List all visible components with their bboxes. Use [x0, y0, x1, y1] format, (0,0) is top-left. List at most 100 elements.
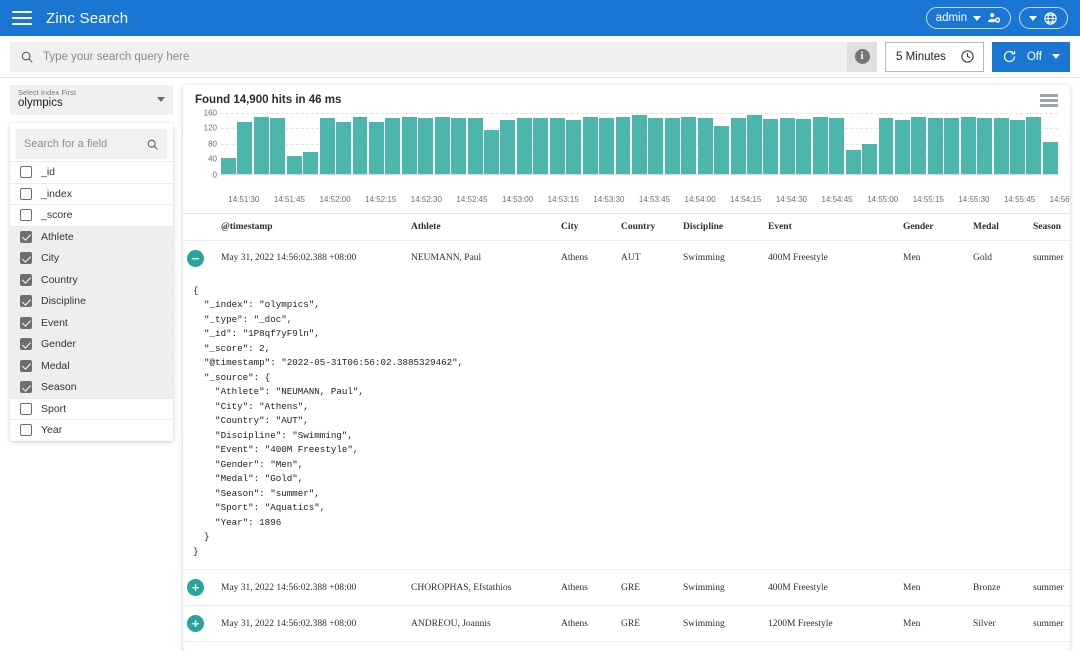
field-row-city[interactable]: City [10, 247, 173, 269]
field-row-underscore-id[interactable]: _id [10, 161, 173, 183]
index-selector[interactable]: Select Index First olympics [10, 85, 173, 115]
chart-bar[interactable] [977, 118, 993, 174]
time-interval-selector[interactable]: 5 Minutes [885, 41, 984, 72]
chart-bar[interactable] [566, 120, 582, 174]
chart-bar[interactable] [253, 116, 269, 174]
histogram-chart: 0 40 80 120 160 14:51:30 14:51:45 14:52:00 14:5… [183, 108, 1070, 208]
field-checkbox[interactable] [20, 359, 32, 372]
field-checkbox[interactable] [20, 187, 32, 200]
hamburger-icon[interactable] [12, 11, 32, 25]
field-checkbox[interactable] [20, 295, 32, 308]
chart-bar[interactable] [467, 118, 483, 174]
table-header-cell: Medal [973, 221, 999, 232]
field-row-season[interactable]: Season [10, 376, 173, 398]
language-menu-button[interactable] [1019, 7, 1068, 29]
chart-bar[interactable] [763, 119, 779, 174]
table-row[interactable]: + May 31, 2022 14:56:02.388 +08:00 CHOROPH… [183, 569, 1070, 606]
chart-bar[interactable] [862, 144, 877, 174]
chart-bar[interactable] [319, 118, 335, 174]
chart-bar[interactable] [960, 116, 976, 174]
chart-bar[interactable] [911, 116, 927, 174]
field-label: Sport [41, 402, 67, 415]
table-row[interactable]: +May 31, 2022 14:56:02.388 +08:00HAJOS, … [183, 641, 1070, 651]
chart-bar[interactable] [1026, 116, 1042, 174]
field-label: _id [41, 166, 56, 179]
chart-bar[interactable] [286, 155, 302, 174]
chart-bar[interactable] [582, 116, 598, 174]
field-row-country[interactable]: Country [10, 268, 173, 290]
chart-bar[interactable] [500, 120, 516, 174]
field-checkbox[interactable] [20, 230, 32, 243]
auto-refresh-button[interactable]: Off [991, 41, 1070, 72]
chart-bar[interactable] [747, 115, 762, 174]
chart-bar[interactable] [221, 158, 236, 174]
expand-row-button[interactable]: + [187, 615, 204, 632]
info-button[interactable]: i [847, 41, 877, 72]
field-checkbox[interactable] [20, 402, 32, 415]
field-checkbox[interactable] [20, 316, 32, 329]
chart-bar[interactable] [894, 120, 910, 174]
field-row-medal[interactable]: Medal [10, 354, 173, 376]
search-input[interactable]: Type your search query here [10, 41, 847, 72]
chart-bar[interactable] [303, 151, 319, 174]
chart-bar[interactable] [270, 118, 286, 174]
chart-bar[interactable] [714, 126, 730, 174]
chart-bar[interactable] [516, 118, 532, 174]
field-row-event[interactable]: Event [10, 311, 173, 333]
chart-bar[interactable] [451, 118, 467, 174]
chart-bar[interactable] [615, 116, 631, 174]
chart-bar[interactable] [829, 118, 845, 174]
table-cell-event: 1200M Freestyle [764, 642, 899, 651]
chart-bar[interactable] [812, 116, 828, 174]
chart-bar[interactable] [1010, 120, 1025, 174]
field-checkbox[interactable] [20, 166, 32, 179]
chart-bar[interactable] [533, 118, 549, 174]
chart-bar[interactable] [878, 118, 894, 174]
chart-bar[interactable] [845, 150, 861, 174]
chart-bar[interactable] [434, 116, 450, 174]
field-checkbox[interactable] [20, 381, 32, 394]
chart-bar[interactable] [648, 118, 664, 174]
chart-bar[interactable] [1042, 141, 1058, 174]
field-row-gender[interactable]: Gender [10, 333, 173, 355]
field-checkbox[interactable] [20, 273, 32, 286]
chart-bar[interactable] [631, 114, 647, 174]
chart-bar[interactable] [385, 118, 401, 174]
collapse-row-button[interactable]: − [187, 249, 204, 267]
chart-bar[interactable] [944, 118, 960, 174]
field-checkbox[interactable] [20, 424, 32, 437]
field-row-athlete[interactable]: Athlete [10, 225, 173, 247]
chart-bar[interactable] [599, 118, 614, 174]
chart-bar[interactable] [237, 122, 253, 174]
chart-bar[interactable] [484, 130, 499, 174]
chart-bar[interactable] [352, 116, 368, 174]
chart-bar[interactable] [549, 118, 565, 174]
chart-bar[interactable] [779, 118, 795, 174]
chart-bar[interactable] [993, 118, 1009, 174]
field-row-year[interactable]: Year [10, 419, 173, 441]
chart-bar[interactable] [418, 118, 434, 174]
chart-bar[interactable] [336, 122, 351, 174]
chart-bar[interactable] [730, 118, 746, 174]
field-checkbox[interactable] [20, 252, 32, 265]
chart-bar[interactable] [368, 122, 384, 174]
user-menu-button[interactable]: admin [925, 7, 1011, 29]
chart-bar[interactable] [697, 118, 713, 174]
field-search-input[interactable]: Search for a field [16, 129, 167, 159]
field-row-sport[interactable]: Sport [10, 397, 173, 420]
field-row-underscore-score[interactable]: _score [10, 204, 173, 226]
table-row[interactable]: + May 31, 2022 14:56:02.388 +08:00 ANDREOU… [183, 605, 1070, 642]
table-row[interactable]: − May 31, 2022 14:56:02.388 +08:00 NEUMANN… [183, 240, 1070, 276]
chart-bar[interactable] [927, 118, 943, 174]
list-menu-icon[interactable] [1040, 94, 1058, 107]
field-checkbox[interactable] [20, 338, 32, 351]
search-icon [20, 50, 34, 64]
expand-row-button[interactable]: + [187, 579, 204, 596]
field-checkbox[interactable] [20, 209, 32, 222]
chart-bar[interactable] [401, 116, 417, 174]
chart-bar[interactable] [664, 118, 680, 174]
chart-bar[interactable] [796, 119, 812, 174]
field-row-underscore-index[interactable]: _index [10, 182, 173, 205]
field-row-discipline[interactable]: Discipline [10, 290, 173, 312]
chart-bar[interactable] [681, 116, 697, 174]
